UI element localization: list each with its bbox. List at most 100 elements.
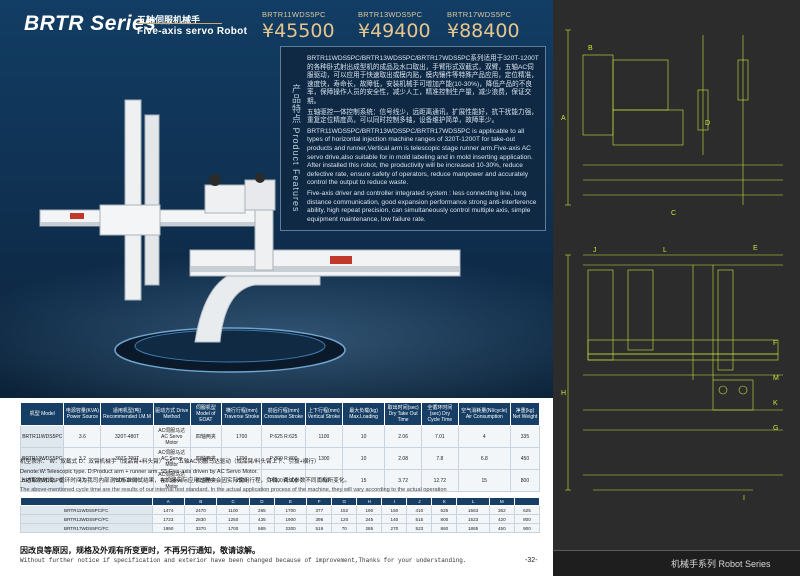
right-footer: 机械手系列 Robot Series (553, 550, 800, 576)
dim-label-l: L (663, 247, 667, 254)
spec-header: 适用机型(吨) Recommended I.M.M (100, 402, 154, 426)
dim-cell: 1563 (456, 505, 490, 515)
spec-header: 驱动方式 Drive Method (152, 402, 191, 426)
dimension-drawing: A B C D E F G H I J K L M (561, 29, 783, 502)
dim-cell: 2470 (184, 505, 218, 515)
dim-cell: 1723 (151, 514, 186, 524)
dim-label-b: B (588, 45, 593, 52)
dim-label-h: H (561, 390, 566, 397)
dimension-table: A B C D E F G H I J K L M BRTR11WDS5PC/F… (20, 497, 541, 533)
product-name-en: Five-axis servo Robot (137, 26, 248, 37)
disclaimer-en: Without further notice if specification … (20, 557, 467, 564)
dim-cell: 1100 (216, 505, 250, 515)
dim-header: E (273, 497, 308, 506)
spec-cell: P:625 R:625 (261, 425, 306, 448)
spec-header: 最大负载(kg) Max.Loading (341, 402, 386, 426)
dim-cell: 70 (331, 523, 358, 533)
price-value: ¥45500 (262, 20, 335, 42)
spec-cell: 2.06 (384, 425, 422, 448)
dim-cell: 1865 (456, 523, 490, 533)
dim-cell: 515 (406, 514, 433, 524)
dim-cell: 1523 (456, 514, 490, 524)
dim-label-k: K (773, 400, 778, 407)
price-value: ¥88400 (447, 20, 520, 42)
dim-cell: 150 (381, 505, 408, 515)
dim-cell: 625 (431, 505, 458, 515)
spec-header: 横行行程(mm) Traverse Stroke (221, 402, 263, 426)
catalog-page: BRTR Series 五轴伺服机械手 Five-axis servo Robo… (0, 0, 553, 576)
price-block-3: BRTR17WDS5PC ¥88400 (447, 10, 547, 42)
features-cn: BRTR11WDS5PC/BRTR13WDS5PC/BRTR17WDS5PC系列… (307, 55, 539, 105)
dim-header: K (431, 497, 458, 506)
features-cn-2: 五轴驱控一体控制系统：信号线少，远距离通讯，扩展性能好，抗干扰能力强，重复定位精… (307, 108, 538, 125)
spec-cell: 四轴两夹 (189, 425, 223, 448)
dim-cell: BRTR13WDS5PC/FC (20, 514, 153, 524)
dim-label-c: C (671, 210, 676, 217)
spec-header: 空气消耗量(NI/cycle) Air Consumption (457, 402, 511, 426)
product-features-box: 产品特点 Product Features BRTR11WDS5PC/BRTR1… (280, 46, 546, 231)
dim-cell: 140 (381, 514, 408, 524)
dim-cell: 410 (406, 505, 433, 515)
disclaimer-cn: 因改良等原因，规格及外观有所变更时，不再另行通知，敬请谅解。 (20, 546, 260, 555)
dim-cell: 519 (306, 523, 333, 533)
dim-cell: 152 (331, 505, 358, 515)
spec-cell: 3.6 (63, 425, 102, 448)
dim-label-g: G (773, 425, 778, 432)
price-value: ¥49400 (358, 20, 431, 42)
price-block-2: BRTR13WDS5PC ¥49400 (358, 10, 458, 42)
features-side-label: 产品特点 Product Features (291, 84, 301, 213)
dim-header: F (306, 497, 333, 506)
features-text: BRTR11WDS5PC/BRTR13WDS5PC/BRTR17WDS5PC系列… (307, 55, 539, 226)
spec-header: 伺服机型 Model of EOAT (189, 402, 223, 426)
dim-cell: BRTR11WDS5PC/FC (20, 505, 153, 515)
dim-cell: BRTR17WDS5PC/FC (20, 523, 153, 533)
dim-header: C (216, 497, 250, 506)
dim-cell: 352 (488, 505, 515, 515)
dim-cell: 245 (356, 514, 383, 524)
dim-cell: 420 (488, 514, 515, 524)
dim-header (513, 497, 541, 506)
price-model: BRTR17WDS5PC (447, 10, 512, 19)
dim-cell: 265 (248, 505, 275, 515)
spec-cell: BRTR11WDS5PC (19, 425, 65, 448)
dim-header (20, 497, 153, 506)
spec-header: 电源容量(KVA) Power Source (63, 402, 102, 426)
dim-header: D (248, 497, 275, 506)
dim-cell: 435 (248, 514, 275, 524)
dim-cell: 270 (381, 523, 408, 533)
dim-header: B (184, 497, 218, 506)
dim-cell: 398 (306, 514, 333, 524)
series-footer-label: 机械手系列 Robot Series (671, 559, 771, 569)
dim-label-j: J (593, 247, 597, 254)
table-row: BRTR13WDS5PC/FC 1723 2830 1250 435 1900 … (20, 514, 541, 524)
model-denote-cn: 机型表示： W：双截式 D：双臂机械手（成品臂+料头臂） S5：五轴AC伺服马达… (20, 459, 320, 465)
hero-banner: BRTR Series 五轴伺服机械手 Five-axis servo Robo… (0, 0, 553, 398)
spec-cell: 1700 (221, 425, 263, 448)
dim-cell: 120 (331, 514, 358, 524)
price-model: BRTR11WDS5PC (262, 10, 326, 19)
dim-cell: 1474 (151, 505, 186, 515)
spec-cell: 4 (457, 425, 511, 448)
dim-header: J (406, 497, 433, 506)
dim-label-e: E (753, 245, 758, 252)
dim-cell: 3370 (184, 523, 218, 533)
spec-cell: 1100 (304, 425, 343, 448)
table-row: BRTR11WDS5PC 3.6 320T-480T AC伺服马达 AC Ser… (19, 425, 541, 448)
dim-cell: 523 (406, 523, 433, 533)
spec-cell: 320T-480T (100, 425, 154, 448)
dim-cell: 900 (513, 523, 541, 533)
dim-cell: 1900 (273, 514, 308, 524)
spec-header: 上下行程(mm) Vertical Stroke (304, 402, 343, 426)
dim-header: H (356, 497, 383, 506)
spec-header: 前后行程(mm) Crosswise Stroke (261, 402, 306, 426)
dim-cell: 800 (431, 514, 458, 524)
cycle-note-cn: 上述取物时间，循环时间为我司内部测试标准测试结果，在机器实际应用过程中会因实际使… (20, 478, 351, 484)
spec-cell: AC伺服马达 AC Servo Motor (152, 425, 191, 448)
dim-label-f: F (773, 340, 777, 347)
table-row: BRTR11WDS5PC/FC 1474 2470 1100 265 1700 … (20, 505, 541, 515)
dim-cell: 860 (431, 523, 458, 533)
dim-header: M (488, 497, 515, 506)
dim-cell: 1700 (273, 505, 308, 515)
spec-cell: 335 (509, 425, 541, 448)
spec-header: 取出时间(sec) Dry Take Out Time (384, 402, 422, 426)
